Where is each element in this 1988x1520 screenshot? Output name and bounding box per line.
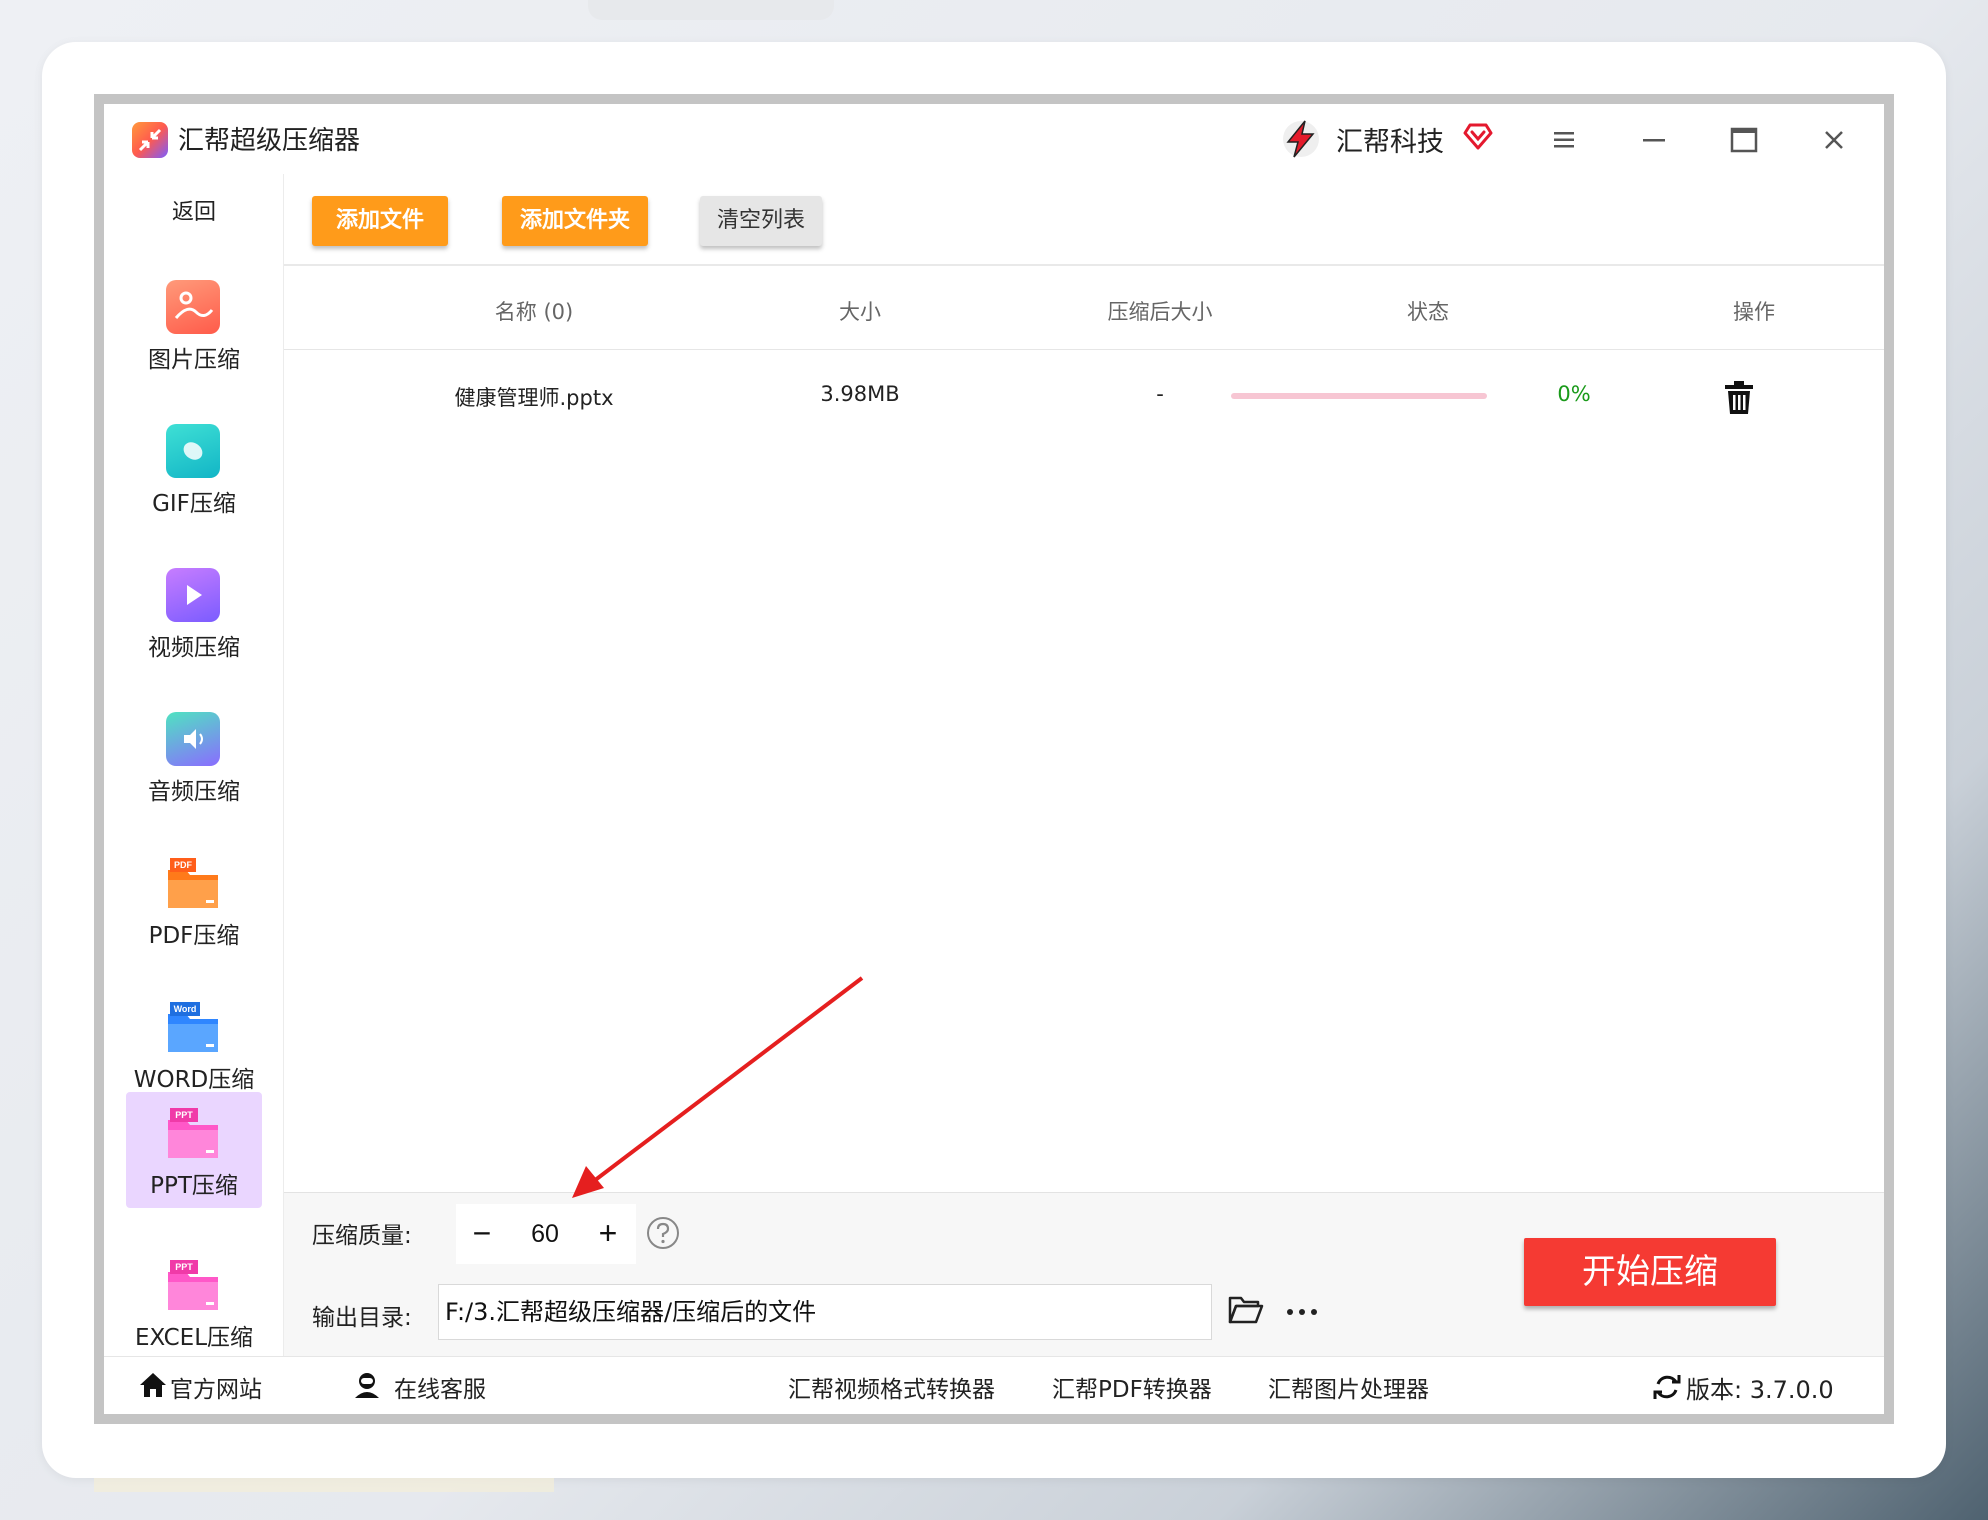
sidebar-item-gif[interactable]: GIF压缩 bbox=[126, 418, 262, 534]
clear-list-button[interactable]: 清空列表 bbox=[700, 196, 822, 246]
gif-compress-icon bbox=[166, 424, 220, 478]
excel-tag: PPT bbox=[175, 1262, 193, 1272]
footer-link-pdf-converter[interactable]: 汇帮PDF转换器 bbox=[1052, 1370, 1212, 1404]
progress-percent: 0% bbox=[1557, 382, 1591, 406]
excel-compress-icon: PPT bbox=[166, 1258, 220, 1312]
title-bar: 汇帮超级压缩器 汇帮科技 bbox=[104, 104, 1884, 174]
customer-service-icon[interactable] bbox=[352, 1370, 382, 1400]
ppt-compress-icon: PPT bbox=[166, 1106, 220, 1160]
brand-name: 汇帮科技 bbox=[1336, 127, 1444, 158]
file-name: 健康管理师.pptx bbox=[454, 386, 614, 410]
sidebar-item-pdf[interactable]: PDF PDF压缩 bbox=[126, 850, 262, 966]
image-compress-icon bbox=[166, 280, 220, 334]
toolbar-divider bbox=[284, 264, 1884, 266]
brand-logo-icon bbox=[1283, 120, 1319, 158]
output-dir-field[interactable]: F:/3.汇帮超级压缩器/压缩后的文件 bbox=[438, 1284, 1212, 1340]
column-header-compressed-size[interactable]: 压缩后大小 bbox=[1060, 296, 1260, 326]
refresh-icon[interactable] bbox=[1652, 1372, 1682, 1402]
pdf-tag: PDF bbox=[174, 860, 193, 870]
sidebar-item-label: PPT压缩 bbox=[150, 1173, 238, 1199]
background-tab bbox=[588, 0, 834, 20]
menu-icon[interactable] bbox=[1546, 122, 1582, 158]
footer-link-image-processor[interactable]: 汇帮图片处理器 bbox=[1268, 1370, 1429, 1404]
sidebar-item-label: 视频压缩 bbox=[148, 635, 240, 661]
sidebar-item-label: 音频压缩 bbox=[148, 779, 240, 805]
word-tag: Word bbox=[174, 1004, 197, 1014]
sidebar-item-label: GIF压缩 bbox=[152, 491, 236, 517]
back-link[interactable]: 返回 bbox=[104, 194, 284, 226]
maximize-icon[interactable] bbox=[1726, 122, 1762, 158]
folder-open-icon[interactable] bbox=[1228, 1294, 1264, 1326]
help-icon[interactable] bbox=[646, 1216, 680, 1250]
home-icon[interactable] bbox=[138, 1370, 168, 1400]
ppt-tag: PPT bbox=[175, 1110, 193, 1120]
quality-label: 压缩质量: bbox=[312, 1223, 412, 1249]
column-header-status[interactable]: 状态 bbox=[1368, 296, 1488, 326]
sidebar-item-audio[interactable]: 音频压缩 bbox=[126, 706, 262, 822]
sidebar-item-label: PDF压缩 bbox=[148, 923, 240, 949]
online-support-link[interactable]: 在线客服 bbox=[394, 1370, 486, 1404]
output-dir-label: 输出目录: bbox=[312, 1305, 412, 1331]
start-compress-button[interactable]: 开始压缩 bbox=[1524, 1238, 1776, 1306]
column-header-size[interactable]: 大小 bbox=[800, 296, 920, 326]
sidebar-item-label: WORD压缩 bbox=[133, 1067, 255, 1093]
add-file-button[interactable]: 添加文件 bbox=[312, 196, 448, 246]
quality-value[interactable]: 60 bbox=[502, 1204, 588, 1264]
official-website-link[interactable]: 官方网站 bbox=[170, 1370, 262, 1404]
sidebar-item-label: 图片压缩 bbox=[148, 347, 240, 373]
sidebar: 返回 图片压缩 GIF压缩 视频压缩 音频压缩 PDF PDF压缩 Word W… bbox=[104, 174, 284, 1414]
sidebar-item-ppt[interactable]: PPT PPT压缩 bbox=[126, 1092, 262, 1208]
background-strip bbox=[94, 1478, 554, 1492]
column-header-name[interactable]: 名称 (0) bbox=[434, 296, 634, 326]
sidebar-item-excel[interactable]: PPT EXCEL压缩 bbox=[126, 1252, 262, 1368]
column-header-actions[interactable]: 操作 bbox=[1694, 296, 1814, 326]
audio-compress-icon bbox=[166, 712, 220, 766]
compressed-size: - bbox=[1156, 382, 1164, 406]
app-window: 汇帮超级压缩器 汇帮科技 返回 图片压缩 GIF压缩 视频压缩 音频压缩 PDF… bbox=[104, 104, 1884, 1414]
progress-bar bbox=[1231, 393, 1487, 399]
sidebar-item-image[interactable]: 图片压缩 bbox=[126, 274, 262, 390]
trash-icon[interactable] bbox=[1722, 380, 1756, 416]
vip-heart-icon[interactable] bbox=[1462, 120, 1494, 152]
quality-stepper[interactable]: − 60 + bbox=[456, 1204, 636, 1264]
sidebar-item-label: EXCEL压缩 bbox=[134, 1325, 254, 1351]
close-icon[interactable] bbox=[1816, 122, 1852, 158]
pdf-compress-icon: PDF bbox=[166, 856, 220, 910]
word-compress-icon: Word bbox=[166, 1000, 220, 1054]
video-compress-icon bbox=[166, 568, 220, 622]
header-divider bbox=[284, 349, 1884, 350]
sidebar-item-video[interactable]: 视频压缩 bbox=[126, 562, 262, 678]
app-title: 汇帮超级压缩器 bbox=[178, 126, 361, 156]
file-size: 3.98MB bbox=[820, 382, 900, 406]
increase-button[interactable]: + bbox=[588, 1214, 628, 1254]
decrease-button[interactable]: − bbox=[462, 1214, 502, 1254]
more-icon[interactable] bbox=[1284, 1302, 1320, 1322]
add-folder-button[interactable]: 添加文件夹 bbox=[502, 196, 648, 246]
minimize-icon[interactable] bbox=[1636, 122, 1672, 158]
version-label: 版本: 3.7.0.0 bbox=[1686, 1376, 1834, 1404]
app-logo-icon bbox=[132, 122, 168, 158]
footer-link-video-converter[interactable]: 汇帮视频格式转换器 bbox=[788, 1370, 995, 1404]
